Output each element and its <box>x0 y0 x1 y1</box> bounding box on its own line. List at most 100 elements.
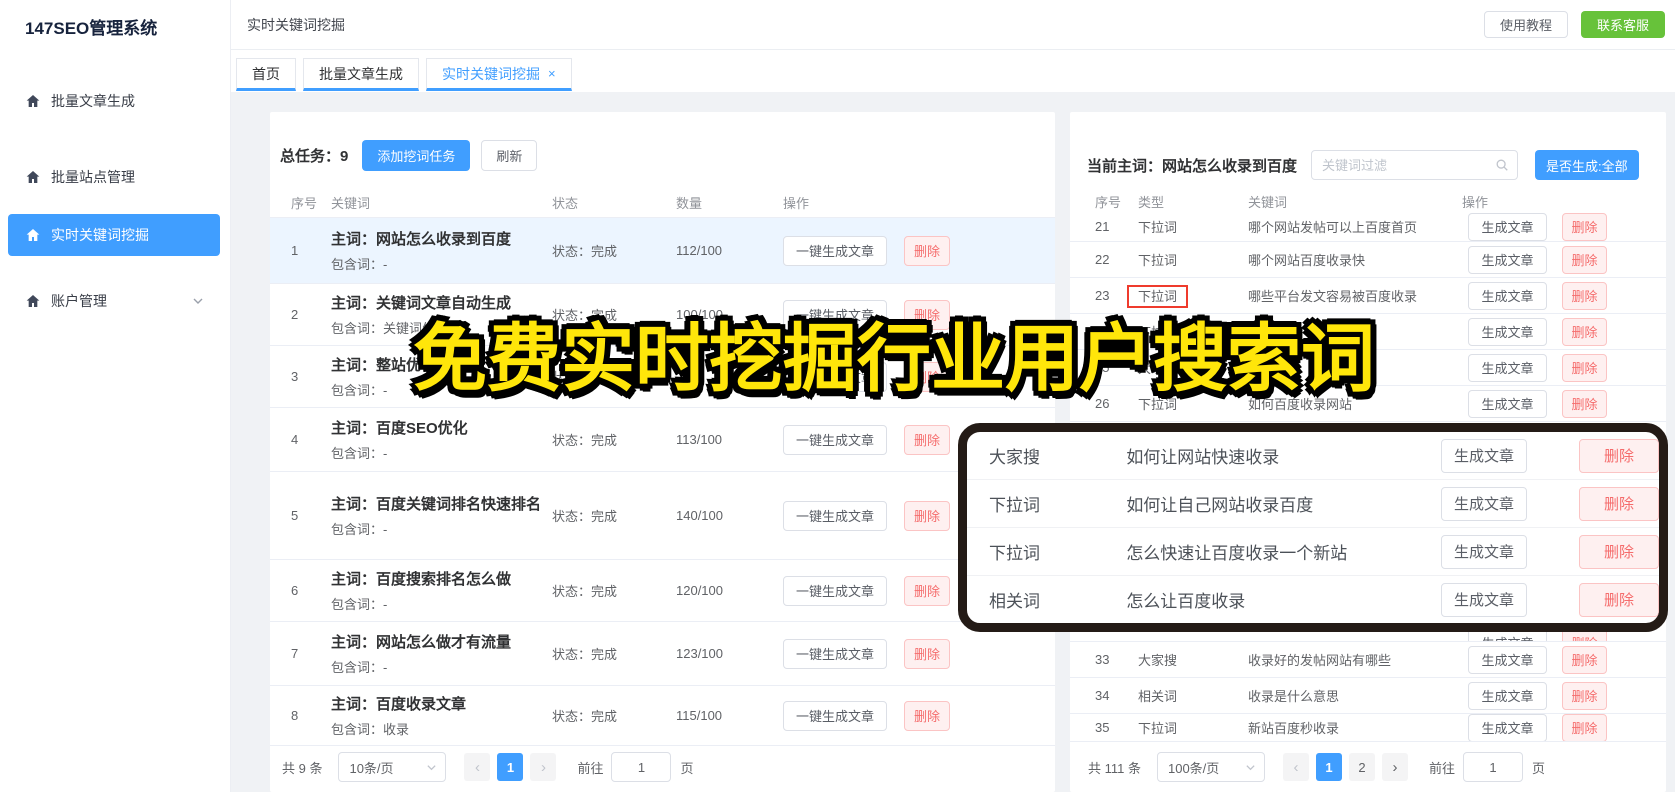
generate-article-button[interactable]: 一键生成文章 <box>783 700 887 731</box>
delete-button[interactable]: 删除 <box>1562 681 1607 710</box>
delete-button[interactable]: 删除 <box>904 638 950 669</box>
sidebar-item-batch-article[interactable]: 批量文章生成 <box>8 80 220 122</box>
keyword-text: 收录是什么意思 <box>1248 689 1340 704</box>
sidebar-item-account[interactable]: 账户管理 <box>8 280 220 322</box>
contact-button[interactable]: 联系客服 <box>1580 11 1665 38</box>
keyword-type: 大家搜 <box>1138 653 1178 668</box>
generate-article-button[interactable]: 生成文章 <box>1468 212 1547 241</box>
generate-article-button[interactable]: 一键生成文章 <box>783 235 887 266</box>
prev-page-button[interactable]: ‹ <box>464 753 491 781</box>
generate-article-button[interactable]: 生成文章 <box>1468 389 1547 418</box>
help-button[interactable]: 使用教程 <box>1483 11 1568 38</box>
tab-home[interactable]: 首页 <box>236 58 296 91</box>
delete-button[interactable]: 删除 <box>1579 582 1659 617</box>
keyword-text: 新站百度秒收录 <box>1248 721 1340 736</box>
table-row[interactable]: 23 下拉词 哪些平台发文容易被百度收录 生成文章 删除 <box>1070 278 1666 314</box>
generate-article-button[interactable]: 一键生成文章 <box>783 575 887 606</box>
task-status: 状态：完成 <box>552 509 618 524</box>
search-icon <box>1495 158 1509 172</box>
delete-button[interactable]: 删除 <box>1562 317 1607 346</box>
close-icon[interactable]: × <box>548 66 556 81</box>
sidebar-item-label: 实时关键词挖掘 <box>51 227 149 243</box>
topbar: 实时关键词挖掘 使用教程 联系客服 <box>231 0 1675 50</box>
generate-article-button[interactable]: 生成文章 <box>1468 681 1547 710</box>
sidebar-item-keyword-mining[interactable]: 实时关键词挖掘 <box>8 214 220 256</box>
table-row[interactable]: 21 下拉词 哪个网站发帖可以上百度首页 生成文章 删除 <box>1070 212 1666 242</box>
tab-keyword-mining[interactable]: 实时关键词挖掘 × <box>426 58 572 91</box>
red-annotation-box: 下拉词 <box>1127 285 1189 308</box>
task-status: 状态：完成 <box>552 244 618 259</box>
prev-page-button[interactable]: ‹ <box>1282 753 1309 781</box>
generate-article-button[interactable]: 一键生成文章 <box>783 500 887 531</box>
generate-article-button[interactable]: 生成文章 <box>1468 353 1547 382</box>
generate-article-button[interactable]: 生成文章 <box>1468 714 1547 741</box>
generate-article-button[interactable]: 一键生成文章 <box>783 638 887 669</box>
table-row[interactable]: 33 大家搜 收录好的发帖网站有哪些 生成文章 删除 <box>1070 642 1666 678</box>
task-status: 状态：完成 <box>552 709 618 724</box>
generate-article-button[interactable]: 一键生成文章 <box>783 424 887 455</box>
delete-button[interactable]: 删除 <box>1562 281 1607 310</box>
delete-button[interactable]: 删除 <box>1562 714 1607 741</box>
generate-article-button[interactable]: 生成文章 <box>1468 645 1547 674</box>
goto-page-input[interactable] <box>1463 752 1523 782</box>
next-page-button[interactable]: › <box>1381 753 1408 781</box>
keyword-filter-input[interactable] <box>1311 150 1519 180</box>
table-row[interactable]: 35 下拉词 新站百度秒收录 生成文章 删除 <box>1070 714 1666 742</box>
next-page-button[interactable]: › <box>530 753 557 781</box>
page-size-select[interactable]: 10条/页 <box>338 752 447 782</box>
page-size-select[interactable]: 100条/页 <box>1156 752 1265 782</box>
table-row[interactable]: 1 主词：网站怎么收录到百度 包含词：- 状态：完成 112/100 一键生成文章… <box>270 218 1055 284</box>
delete-button[interactable]: 删除 <box>1579 486 1659 521</box>
tab-label: 批量文章生成 <box>319 65 403 82</box>
goto-page-input[interactable] <box>611 752 672 782</box>
delete-button[interactable]: 删除 <box>1562 389 1607 418</box>
sidebar-item-batch-site[interactable]: 批量站点管理 <box>8 156 220 198</box>
table-row[interactable]: 7 主词：网站怎么做才有流量 包含词：- 状态：完成 123/100 一键生成文章… <box>270 622 1055 686</box>
task-table-body: 1 主词：网站怎么收录到百度 包含词：- 状态：完成 112/100 一键生成文章… <box>270 218 1055 746</box>
table-row[interactable]: 22 下拉词 哪个网站百度收录快 生成文章 删除 <box>1070 242 1666 278</box>
inset-row: 大家搜 如何让网站快速收录 生成文章 删除 <box>967 432 1659 480</box>
delete-button[interactable]: 删除 <box>1562 212 1607 241</box>
refresh-button[interactable]: 刷新 <box>481 140 538 171</box>
generate-article-button[interactable]: 生成文章 <box>1441 582 1527 617</box>
page-number[interactable]: 2 <box>1348 753 1375 781</box>
add-task-button[interactable]: 添加挖词任务 <box>362 140 471 171</box>
home-icon <box>25 227 41 243</box>
table-row[interactable]: 6 主词：百度搜索排名怎么做 包含词：- 状态：完成 120/100 一键生成文章… <box>270 560 1055 622</box>
delete-button[interactable]: 删除 <box>1579 534 1659 569</box>
delete-button[interactable]: 删除 <box>904 424 950 455</box>
delete-button[interactable]: 删除 <box>1562 353 1607 382</box>
delete-button[interactable]: 删除 <box>1579 438 1659 473</box>
delete-button[interactable]: 删除 <box>904 575 950 606</box>
chevron-down-icon <box>426 762 437 773</box>
page-unit-label: 页 <box>680 760 694 776</box>
keyword-text: 怎么让百度收录 <box>1126 592 1246 611</box>
delete-button[interactable]: 删除 <box>904 235 950 266</box>
generate-article-button[interactable]: 生成文章 <box>1441 486 1527 521</box>
task-pagination: 共 9 条 10条/页 ‹ 1 › 前往 页 <box>282 752 694 782</box>
inset-row: 相关词 怎么让百度收录 生成文章 删除 <box>967 576 1659 623</box>
task-include: 包含词：- <box>331 257 388 273</box>
page-number[interactable]: 1 <box>497 753 524 781</box>
keyword-type: 下拉词 <box>989 496 1040 515</box>
generate-article-button[interactable]: 生成文章 <box>1468 281 1547 310</box>
keyword-type: 相关词 <box>1138 689 1178 704</box>
delete-button[interactable]: 删除 <box>1562 645 1607 674</box>
generate-article-button[interactable]: 生成文章 <box>1468 245 1547 274</box>
goto-label: 前往 <box>577 760 604 776</box>
table-row[interactable]: 5 主词：百度关键词排名快速排名 包含词：- 状态：完成 140/100 一键生成… <box>270 472 1055 560</box>
delete-button[interactable]: 删除 <box>1562 245 1607 274</box>
table-row[interactable]: 4 主词：百度SEO优化 包含词：- 状态：完成 113/100 一键生成文章 删除 <box>270 408 1055 472</box>
generate-article-button[interactable]: 生成文章 <box>1468 317 1547 346</box>
delete-button[interactable]: 删除 <box>904 500 950 531</box>
table-row[interactable]: 8 主词：百度收录文章 包含词：收录 状态：完成 115/100 一键生成文章 删除 <box>270 686 1055 746</box>
generate-all-button[interactable]: 是否生成:全部 <box>1535 150 1639 180</box>
task-quantity: 140/100 <box>676 508 723 523</box>
generate-article-button[interactable]: 生成文章 <box>1441 534 1527 569</box>
table-row[interactable]: 34 相关词 收录是什么意思 生成文章 删除 <box>1070 678 1666 714</box>
total-count: 共 111 条 <box>1088 760 1141 776</box>
delete-button[interactable]: 删除 <box>904 700 950 731</box>
page-number[interactable]: 1 <box>1315 753 1342 781</box>
tab-batch-article[interactable]: 批量文章生成 <box>303 58 419 91</box>
generate-article-button[interactable]: 生成文章 <box>1441 438 1527 473</box>
